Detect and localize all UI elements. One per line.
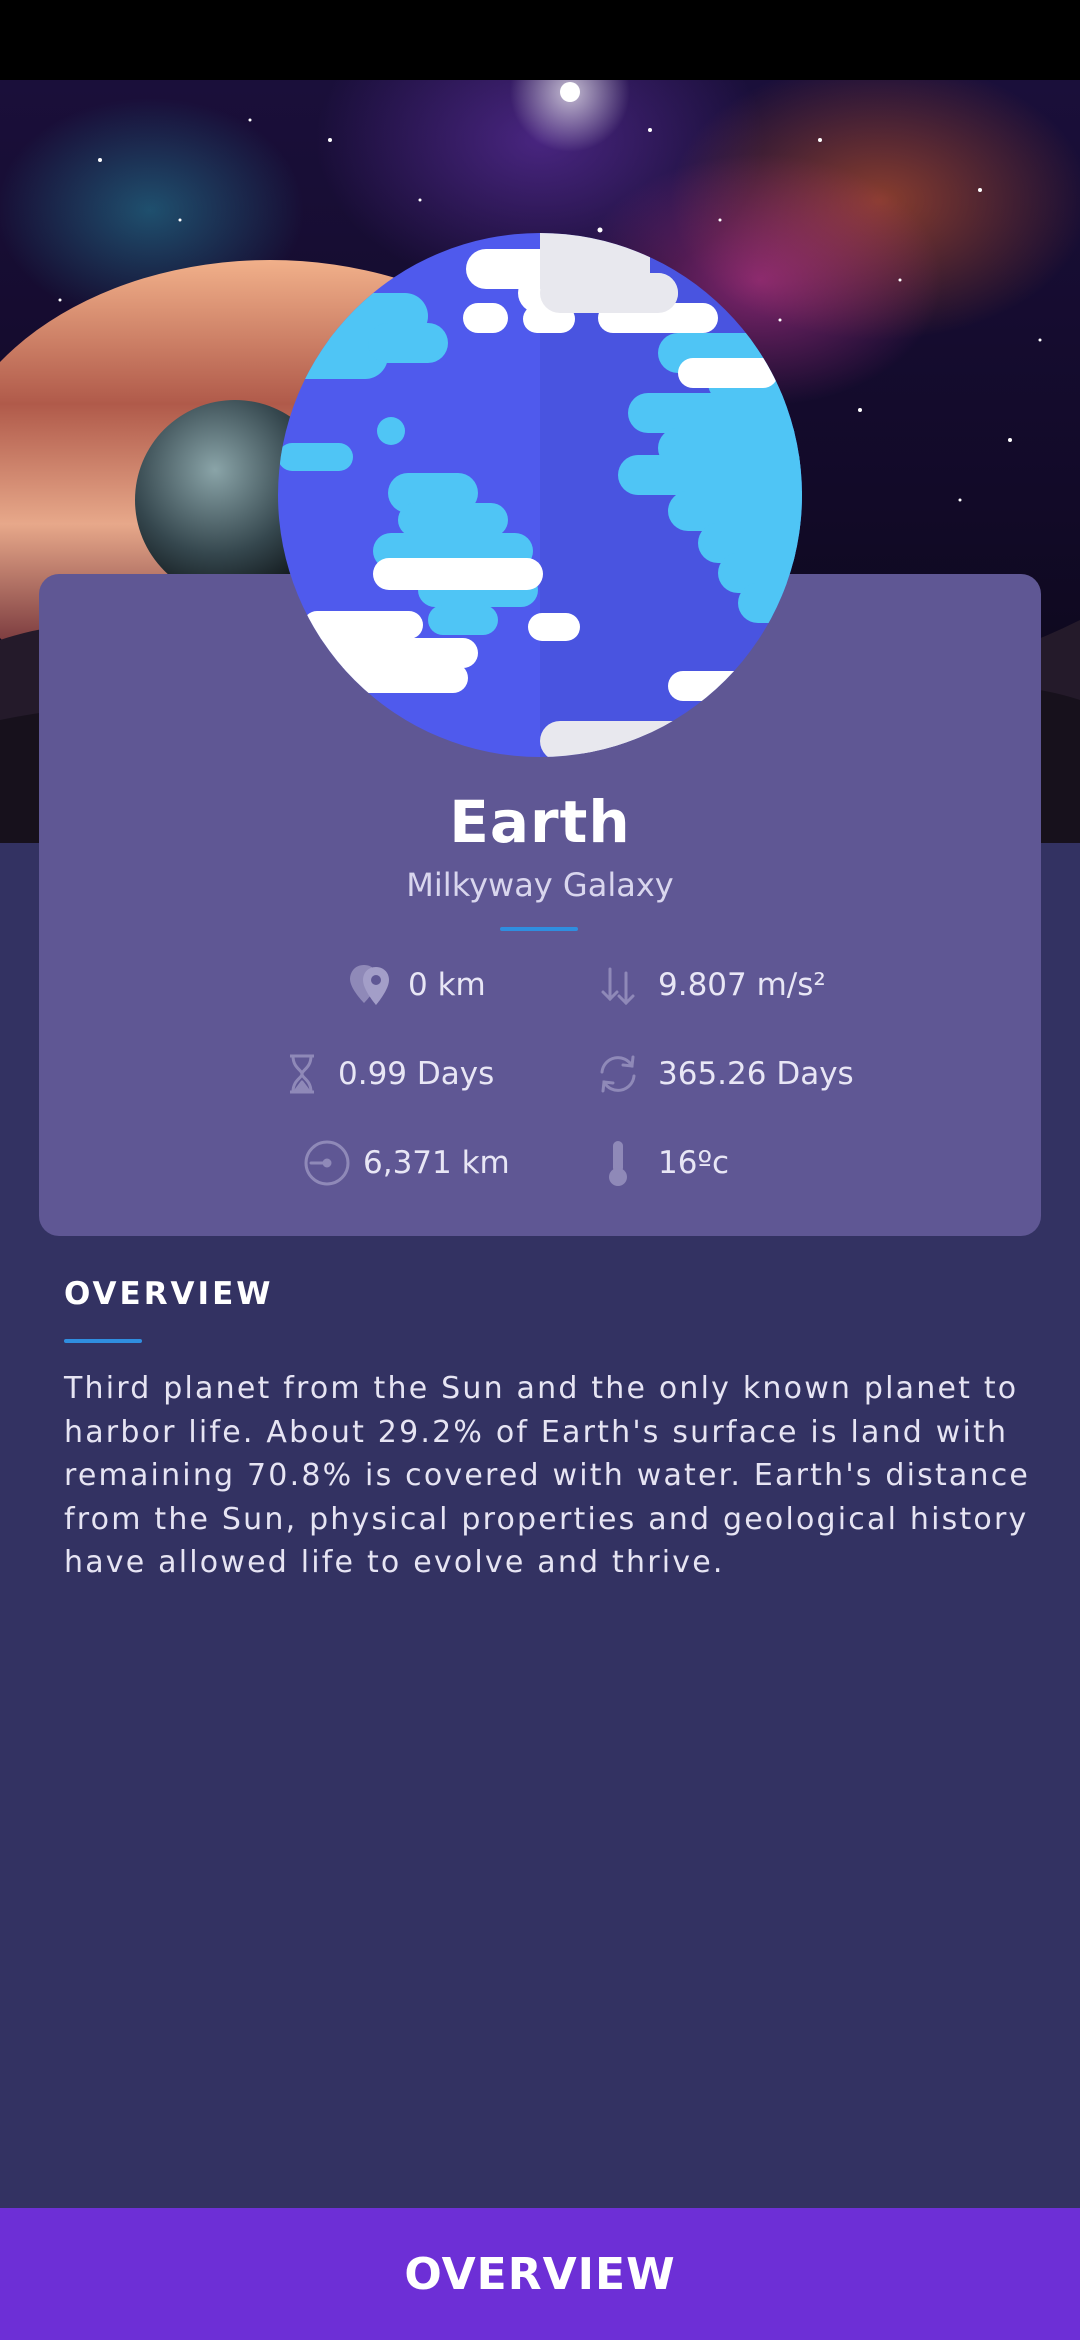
stat-orbital-period: 365.26 Days (592, 1044, 854, 1104)
hourglass-icon (276, 1048, 328, 1100)
orbital-period-value: 365.26 Days (658, 1056, 854, 1092)
thermometer-icon (592, 1137, 644, 1189)
stat-gravity: 9.807 m/s² (592, 955, 826, 1015)
title-divider (500, 927, 578, 931)
overview-tab-button[interactable]: OVERVIEW (0, 2208, 1080, 2340)
overview-heading: OVERVIEW (64, 1276, 274, 1312)
planet-name: Earth (449, 788, 631, 856)
planet-image (278, 233, 802, 757)
radius-icon (301, 1137, 353, 1189)
distance-value: 0 km (408, 967, 486, 1003)
galaxy-name: Milkyway Galaxy (406, 866, 674, 904)
overview-divider (64, 1339, 142, 1343)
gravity-arrows-icon (592, 959, 644, 1011)
overview-text: Third planet from the Sun and the only k… (64, 1371, 1031, 1580)
stat-radius: 6,371 km (301, 1133, 510, 1193)
map-pin-icon (346, 959, 398, 1011)
radius-value: 6,371 km (363, 1145, 510, 1181)
stat-day-length: 0.99 Days (276, 1044, 494, 1104)
rotate-icon (592, 1048, 644, 1100)
stat-distance: 0 km (346, 955, 486, 1015)
day-length-value: 0.99 Days (338, 1056, 495, 1092)
status-bar (0, 0, 1080, 80)
stat-temperature: 16ºc (592, 1133, 729, 1193)
temperature-value: 16ºc (658, 1145, 730, 1181)
overview-tab-button-label: OVERVIEW (404, 2248, 676, 2300)
gravity-value: 9.807 m/s² (658, 967, 826, 1003)
